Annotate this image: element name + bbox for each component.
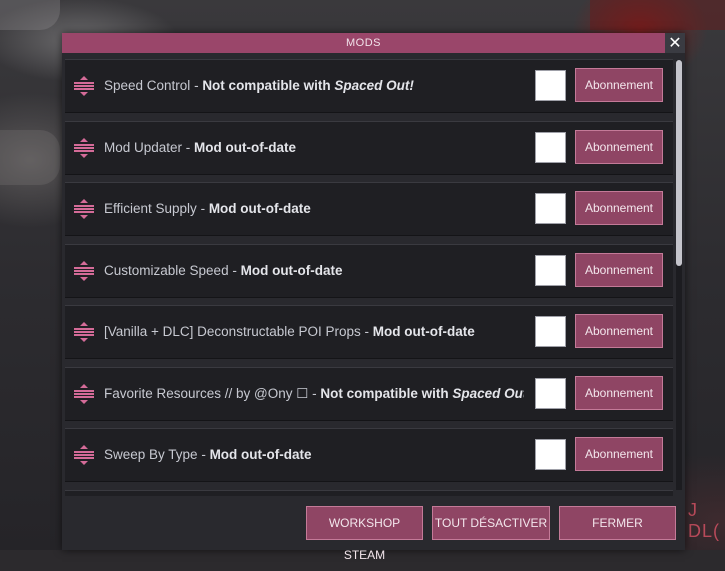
mod-row[interactable]: [Vanilla + DLC] Deconstructable POI Prop… bbox=[65, 305, 673, 359]
mod-list: Speed Control - Not compatible with Spac… bbox=[62, 53, 685, 496]
mod-separator: - bbox=[196, 201, 209, 216]
mod-status: Not compatible with Spaced Out! bbox=[320, 386, 524, 401]
enable-checkbox[interactable] bbox=[535, 193, 566, 224]
subscription-button[interactable]: Abonnement bbox=[575, 253, 663, 287]
background-machinery bbox=[0, 0, 60, 30]
mod-row[interactable]: Speed Control - Not compatible with Spac… bbox=[65, 59, 673, 113]
mod-title: Speed Control - Not compatible with Spac… bbox=[104, 60, 524, 112]
drag-handle-icon[interactable] bbox=[73, 445, 95, 465]
mods-dialog: MODS ✕ Speed Control - Not compatible wi… bbox=[62, 33, 685, 562]
drag-handle-icon[interactable] bbox=[73, 76, 95, 96]
mod-title: [Vanilla + DLC] Deconstructable POI Prop… bbox=[104, 306, 524, 358]
mod-status-text: Mod out-of-date bbox=[208, 201, 311, 216]
mod-status-dlc: Spaced Out! bbox=[452, 386, 524, 401]
mod-name: Favorite Resources // by @Ony ☐ bbox=[104, 386, 309, 401]
close-button[interactable]: FERMER bbox=[559, 506, 676, 540]
mod-row[interactable]: Favorite Resources // by @Ony ☐ - Not co… bbox=[65, 367, 673, 421]
mod-status: Mod out-of-date bbox=[373, 324, 475, 339]
mod-name: Mod Updater bbox=[104, 140, 183, 155]
drag-handle-icon[interactable] bbox=[73, 261, 95, 281]
enable-checkbox[interactable] bbox=[535, 316, 566, 347]
mod-row[interactable]: Efficient Supply - Mod out-of-date Abonne… bbox=[65, 182, 673, 236]
drag-handle-icon[interactable] bbox=[73, 138, 95, 158]
mod-separator: - bbox=[197, 447, 210, 462]
mod-separator: - bbox=[360, 324, 373, 339]
close-icon[interactable]: ✕ bbox=[665, 33, 685, 53]
enable-checkbox[interactable] bbox=[535, 132, 566, 163]
mod-row[interactable]: Sweep By Type - Mod out-of-date Abonnemen… bbox=[65, 428, 673, 482]
disable-all-button[interactable]: TOUT DÉSACTIVER bbox=[432, 506, 550, 540]
mod-status-dlc: Spaced Out! bbox=[334, 78, 414, 93]
dialog-title: MODS bbox=[62, 33, 665, 53]
mod-name: Sweep By Type bbox=[104, 447, 198, 462]
mod-status-text: Not compatible with bbox=[320, 386, 453, 401]
mod-separator: - bbox=[190, 78, 203, 93]
background-machinery bbox=[590, 0, 725, 30]
mod-name: [Vanilla + DLC] Deconstructable POI Prop… bbox=[104, 324, 361, 339]
subscription-button[interactable]: Abonnement bbox=[575, 191, 663, 225]
drag-handle-icon[interactable] bbox=[73, 322, 95, 342]
subscription-button[interactable]: Abonnement bbox=[575, 376, 663, 410]
enable-checkbox[interactable] bbox=[535, 70, 566, 101]
mod-name: Efficient Supply bbox=[104, 201, 197, 216]
subscription-button[interactable]: Abonnement bbox=[575, 314, 663, 348]
dialog-footer: WORKSHOP STEAM TOUT DÉSACTIVER FERMER bbox=[62, 496, 685, 562]
subscription-button[interactable]: Abonnement bbox=[575, 130, 663, 164]
subscription-button[interactable]: Abonnement bbox=[575, 68, 663, 102]
enable-checkbox[interactable] bbox=[535, 439, 566, 470]
mod-title: Sweep By Type - Mod out-of-date bbox=[104, 429, 524, 481]
mod-status: Mod out-of-date bbox=[241, 263, 343, 278]
mod-separator: - bbox=[228, 263, 241, 278]
mod-status-text: Mod out-of-date bbox=[194, 140, 297, 155]
background-machinery bbox=[0, 130, 60, 185]
mod-status: Not compatible with Spaced Out! bbox=[202, 78, 414, 93]
drag-handle-icon[interactable] bbox=[73, 384, 95, 404]
mod-row[interactable]: Mod Updater - Mod out-of-date Abonnement bbox=[65, 121, 673, 175]
mod-status: Mod out-of-date bbox=[209, 201, 311, 216]
mod-row[interactable]: Customizable Speed - Mod out-of-date Abon… bbox=[65, 244, 673, 298]
subscription-button[interactable]: Abonnement bbox=[575, 437, 663, 471]
mod-title: Customizable Speed - Mod out-of-date bbox=[104, 245, 524, 297]
enable-checkbox[interactable] bbox=[535, 255, 566, 286]
mod-status-text: Not compatible with bbox=[202, 78, 335, 93]
mod-separator: - bbox=[182, 140, 195, 155]
mod-status: Mod out-of-date bbox=[194, 140, 296, 155]
scrollbar-thumb[interactable] bbox=[676, 60, 682, 266]
mod-name: Speed Control bbox=[104, 78, 191, 93]
mod-name: Customizable Speed bbox=[104, 263, 229, 278]
workshop-steam-button[interactable]: WORKSHOP STEAM bbox=[306, 506, 423, 562]
mod-status-text: Mod out-of-date bbox=[372, 324, 475, 339]
enable-checkbox[interactable] bbox=[535, 378, 566, 409]
mod-title: Favorite Resources // by @Ony ☐ - Not co… bbox=[104, 368, 524, 420]
mod-status: Mod out-of-date bbox=[210, 447, 312, 462]
background-text: J DL( bbox=[688, 500, 721, 541]
mod-title: Mod Updater - Mod out-of-date bbox=[104, 122, 524, 174]
mod-status-text: Mod out-of-date bbox=[240, 263, 343, 278]
drag-handle-icon[interactable] bbox=[73, 199, 95, 219]
mod-separator: - bbox=[308, 386, 321, 401]
mod-status-text: Mod out-of-date bbox=[209, 447, 312, 462]
mod-title: Efficient Supply - Mod out-of-date bbox=[104, 183, 524, 235]
